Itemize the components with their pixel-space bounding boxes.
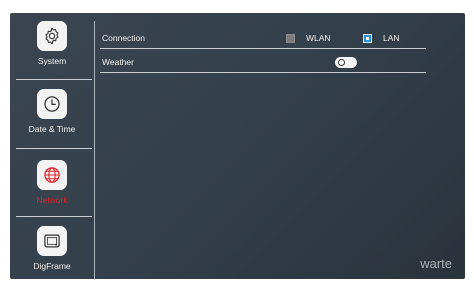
sidebar-item-date-time[interactable]: Date & Time bbox=[10, 81, 94, 147]
sidebar-item-system[interactable]: System bbox=[10, 13, 94, 79]
wlan-checkbox[interactable] bbox=[286, 33, 295, 43]
settings-sidebar: System Date & Time Network DigFrame bbox=[10, 13, 94, 279]
sidebar-item-label: System bbox=[37, 56, 67, 66]
digframe-tile bbox=[37, 226, 67, 256]
lan-checkbox[interactable] bbox=[363, 33, 372, 43]
connection-row: Connection WLAN LAN bbox=[100, 30, 426, 49]
wlan-label: WLAN bbox=[306, 33, 331, 43]
weather-row: Weather bbox=[100, 54, 426, 73]
connection-label: Connection bbox=[102, 33, 146, 43]
gear-icon bbox=[45, 27, 59, 45]
clock-icon bbox=[44, 96, 60, 112]
date-time-tile bbox=[37, 89, 67, 119]
sidebar-divider bbox=[16, 216, 92, 217]
weather-toggle[interactable] bbox=[335, 57, 357, 68]
lan-label: LAN bbox=[383, 33, 400, 43]
lan-option[interactable]: LAN bbox=[363, 32, 400, 44]
weather-label: Weather bbox=[102, 57, 134, 67]
network-tile bbox=[37, 160, 67, 190]
system-tile bbox=[37, 21, 67, 51]
wlan-option[interactable]: WLAN bbox=[286, 32, 331, 44]
settings-screen: System Date & Time Network DigFrame Conn… bbox=[10, 13, 465, 279]
picture-frame-icon bbox=[44, 234, 60, 248]
sidebar-item-label: Network bbox=[36, 195, 68, 205]
sidebar-item-network[interactable]: Network bbox=[10, 152, 94, 218]
brand-watermark: warte bbox=[420, 256, 452, 271]
sidebar-item-label: Date & Time bbox=[28, 124, 76, 134]
sidebar-item-label: DigFrame bbox=[33, 261, 71, 271]
sidebar-item-digframe[interactable]: DigFrame bbox=[10, 218, 94, 279]
sidebar-divider bbox=[16, 79, 92, 80]
sidebar-divider bbox=[16, 148, 92, 149]
toggle-knob bbox=[338, 59, 345, 66]
globe-icon bbox=[44, 167, 60, 183]
sidebar-divider-vertical bbox=[94, 21, 95, 279]
